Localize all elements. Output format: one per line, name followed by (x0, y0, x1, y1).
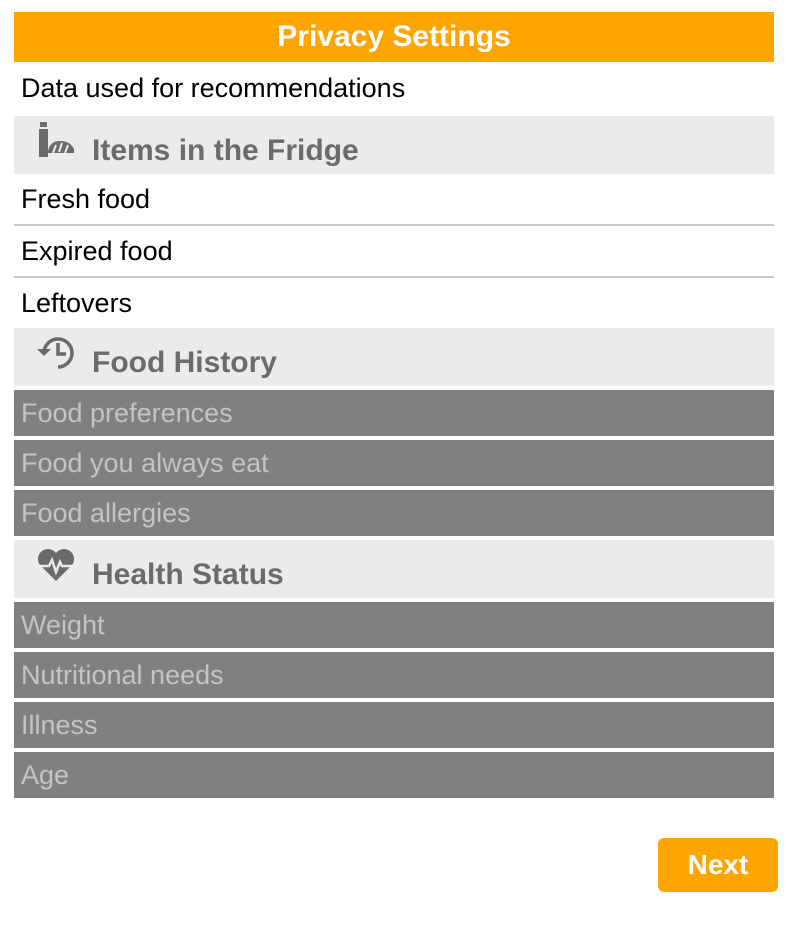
section-header-history: Food History (14, 328, 774, 386)
privacy-settings-panel: Privacy Settings Data used for recommend… (14, 12, 774, 798)
history-icon (34, 332, 78, 374)
heart-pulse-icon (34, 544, 78, 586)
list-item-age[interactable]: Age (14, 752, 774, 798)
list-item-food-allergies[interactable]: Food allergies (14, 490, 774, 536)
section-header-health: Health Status (14, 540, 774, 598)
list-item-nutritional-needs[interactable]: Nutritional needs (14, 652, 774, 698)
list-item-food-you-always-eat[interactable]: Food you always eat (14, 440, 774, 486)
section-header-fridge: Items in the Fridge (14, 116, 774, 174)
list-item-leftovers[interactable]: Leftovers (14, 278, 774, 328)
page-title: Privacy Settings (14, 12, 774, 62)
section-label-history: Food History (92, 346, 277, 379)
list-item-illness[interactable]: Illness (14, 702, 774, 748)
list-item-food-preferences[interactable]: Food preferences (14, 390, 774, 436)
list-item-weight[interactable]: Weight (14, 602, 774, 648)
intro-text: Data used for recommendations (14, 62, 774, 116)
next-button[interactable]: Next (658, 838, 778, 892)
list-item-fresh-food[interactable]: Fresh food (14, 174, 774, 226)
list-item-expired-food[interactable]: Expired food (14, 226, 774, 278)
section-label-health: Health Status (92, 558, 284, 591)
bottle-bread-icon (34, 120, 78, 162)
section-label-fridge: Items in the Fridge (92, 134, 359, 167)
